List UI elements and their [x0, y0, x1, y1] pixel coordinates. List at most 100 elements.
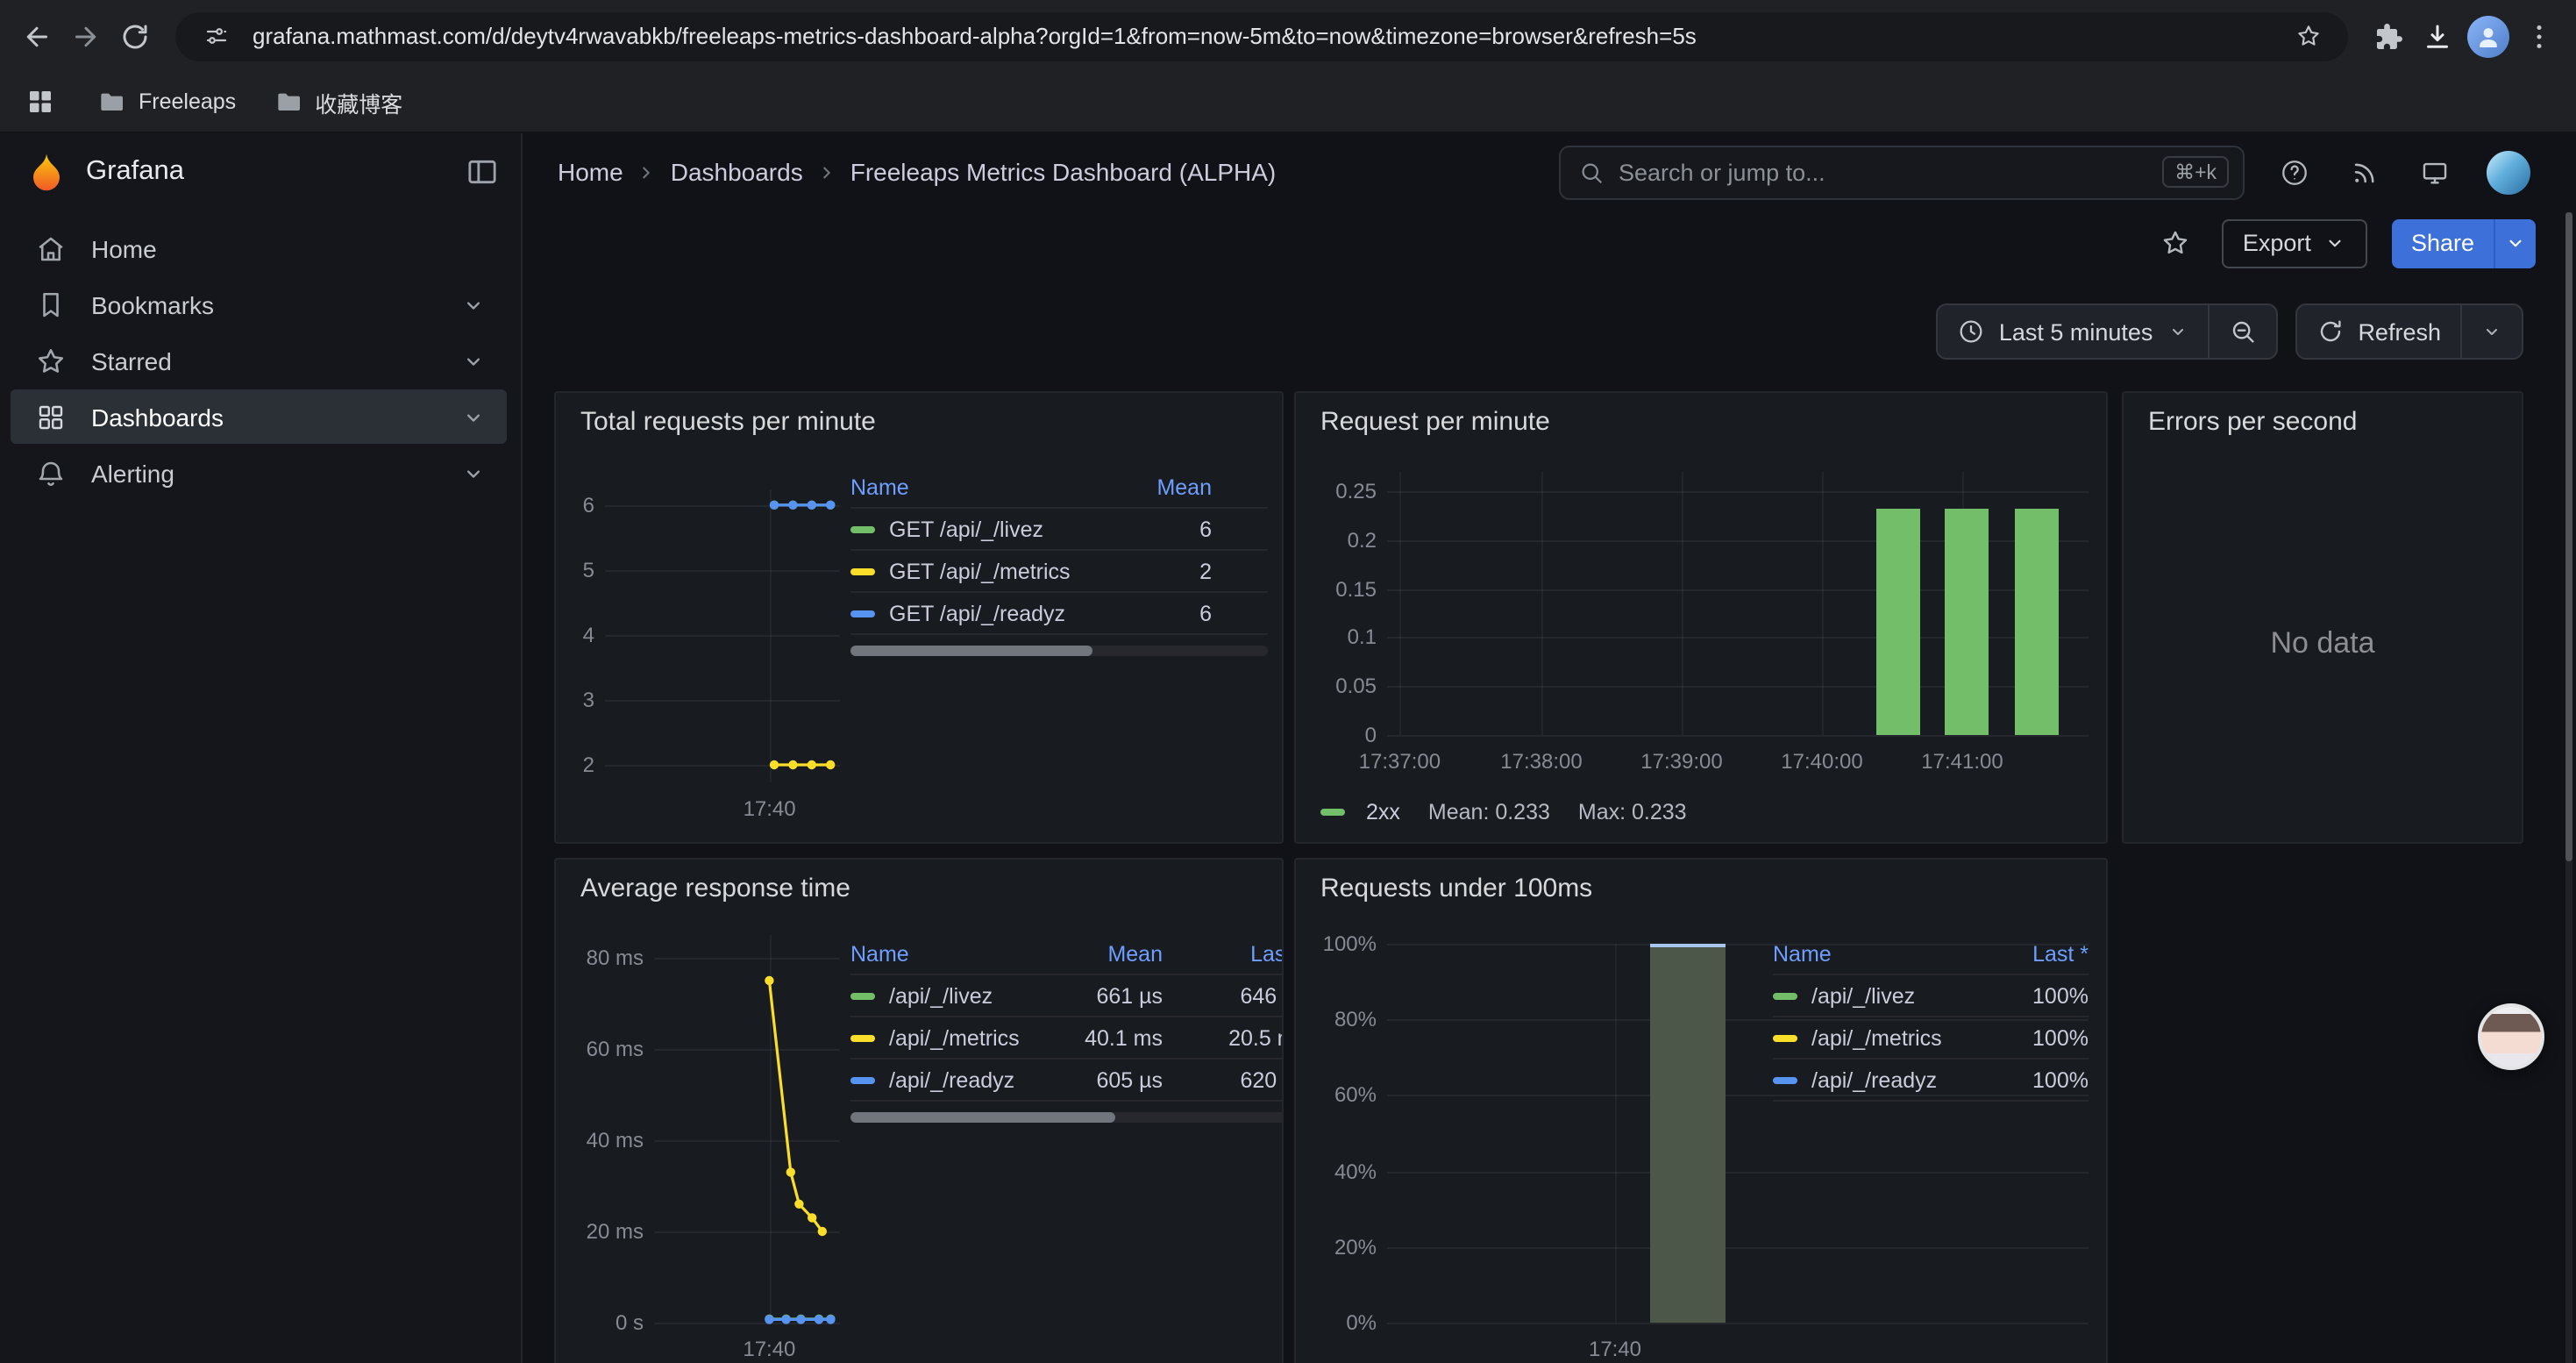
- y-axis-tick: 0.15: [1294, 576, 1377, 601]
- folder-icon: [274, 88, 302, 116]
- legend-scrollbar[interactable]: [850, 646, 1268, 656]
- legend-header-row: NameLast *: [1773, 933, 2089, 975]
- user-avatar[interactable]: [2487, 150, 2530, 194]
- search-icon: [1578, 159, 1605, 185]
- series-color-dash: [850, 1034, 875, 1041]
- legend-row[interactable]: GET /api/_/readyz6: [850, 593, 1268, 635]
- legend-row[interactable]: /api/_/readyz100%: [1773, 1060, 2089, 1102]
- chart-plot-area[interactable]: [605, 489, 840, 782]
- legend-column-header[interactable]: Name: [850, 941, 1057, 966]
- legend-scrollbar-thumb[interactable]: [850, 1112, 1115, 1123]
- monitor-icon[interactable]: [2416, 154, 2451, 189]
- panel-errors-per-second: Errors per second No data: [2122, 391, 2523, 844]
- legend-column-header[interactable]: Last *: [1163, 941, 1284, 966]
- refresh-interval-caret[interactable]: [2460, 305, 2522, 358]
- grafana-logo[interactable]: [25, 150, 68, 194]
- dashboard-actions-row: Export Share: [523, 211, 2576, 275]
- export-button[interactable]: Export: [2222, 218, 2367, 268]
- legend-row[interactable]: GET /api/_/metrics2: [850, 551, 1268, 593]
- bookmark-label: Freeleaps: [139, 89, 236, 114]
- chart-plot-area[interactable]: [654, 935, 840, 1323]
- sidebar-collapse-icon[interactable]: [465, 154, 500, 189]
- bookmark-star-icon[interactable]: [2288, 17, 2327, 55]
- sidebar-item-bookmarks[interactable]: Bookmarks: [11, 277, 507, 332]
- legend-column-header[interactable]: Name: [1773, 941, 1966, 966]
- breadcrumb-item[interactable]: Dashboards: [671, 158, 803, 186]
- floating-profile-avatar[interactable]: [2478, 1003, 2544, 1070]
- legend-series-name[interactable]: 2xx: [1366, 800, 1400, 824]
- page-scrollbar-thumb[interactable]: [2565, 212, 2572, 861]
- x-axis-tick: 17:40: [1545, 1337, 1685, 1361]
- legend-column-header[interactable]: Mean: [1057, 941, 1163, 966]
- zoom-out-icon: [2228, 318, 2256, 346]
- folder-icon: [98, 88, 126, 116]
- sidebar-item-alerting[interactable]: Alerting: [11, 446, 507, 500]
- chart-series: [654, 935, 840, 1323]
- legend-row[interactable]: /api/_/livez100%: [1773, 975, 2089, 1017]
- downloads-icon[interactable]: [2418, 17, 2457, 55]
- legend-column-header[interactable]: Last *: [1966, 941, 2089, 966]
- share-menu-caret[interactable]: [2494, 218, 2536, 268]
- sidebar-item-starred[interactable]: Starred: [11, 333, 507, 388]
- panel-title[interactable]: Request per minute: [1320, 407, 1550, 437]
- x-axis-tick: 17:41:00: [1892, 749, 2032, 774]
- browser-menu-icon[interactable]: [2520, 17, 2558, 55]
- url-bar[interactable]: grafana.mathmast.com/d/deytv4rwavabkb/fr…: [175, 11, 2348, 61]
- legend-scrollbar[interactable]: [850, 1112, 1284, 1123]
- panel-legend: NameLast */api/_/livez100%/api/_/metrics…: [1773, 933, 2089, 1102]
- time-range-picker[interactable]: Last 5 minutes: [1938, 305, 2208, 358]
- y-axis-tick: 0.1: [1294, 625, 1377, 650]
- favorite-star-icon[interactable]: [2155, 222, 2197, 264]
- legend-column-header[interactable]: Name: [850, 475, 1096, 499]
- panel-title[interactable]: Requests under 100ms: [1320, 874, 1592, 903]
- news-rss-icon[interactable]: [2346, 154, 2381, 189]
- panel-legend: 2xxMean: 0.233Max: 0.233: [1320, 800, 1687, 824]
- help-icon[interactable]: [2276, 154, 2311, 189]
- panel-title[interactable]: Average response time: [580, 874, 850, 903]
- zoom-out-button[interactable]: [2207, 305, 2275, 358]
- chart-bar: [1945, 508, 1989, 735]
- search-shortcut-badge: ⌘+k: [2162, 156, 2229, 188]
- apps-grid-icon[interactable]: [25, 86, 56, 118]
- chart-plot-area[interactable]: [1387, 472, 2089, 735]
- brand-title: Grafana: [86, 156, 447, 188]
- reload-icon[interactable]: [116, 17, 154, 55]
- search-input[interactable]: Search or jump to... ⌘+k: [1559, 145, 2245, 199]
- legend-row[interactable]: /api/_/metrics100%: [1773, 1017, 2089, 1060]
- y-axis-tick: 80 ms: [556, 946, 644, 970]
- bookmark-folder-freeleaps[interactable]: Freeleaps: [88, 82, 246, 121]
- panel-title[interactable]: Total requests per minute: [580, 407, 876, 437]
- chevron-down-icon[interactable]: [461, 348, 486, 373]
- browser-profile-avatar[interactable]: [2467, 15, 2509, 57]
- legend-row[interactable]: /api/_/metrics40.1 ms20.5 ms: [850, 1017, 1284, 1060]
- site-settings-icon[interactable]: [196, 17, 235, 55]
- sidebar-item-home[interactable]: Home: [11, 221, 507, 275]
- search-placeholder: Search or jump to...: [1619, 159, 2148, 185]
- bookmark-folder-blogs[interactable]: 收藏博客: [264, 80, 413, 124]
- legend-row[interactable]: /api/_/livez661 µs646 µs: [850, 975, 1284, 1017]
- share-button[interactable]: Share: [2392, 218, 2494, 268]
- series-color-dash: [850, 525, 875, 532]
- legend-scrollbar-thumb[interactable]: [850, 646, 1092, 656]
- chevron-down-icon[interactable]: [461, 404, 486, 429]
- chevron-down-icon[interactable]: [461, 292, 486, 317]
- series-color-dash: [1773, 992, 1797, 999]
- forward-icon[interactable]: [67, 17, 105, 55]
- url-text[interactable]: grafana.mathmast.com/d/deytv4rwavabkb/fr…: [253, 23, 2271, 49]
- legend-row[interactable]: /api/_/readyz605 µs620 µs: [850, 1060, 1284, 1102]
- chevron-down-icon[interactable]: [461, 460, 486, 485]
- y-axis-tick: 4: [554, 623, 594, 647]
- back-icon[interactable]: [18, 17, 56, 55]
- refresh-button[interactable]: Refresh: [2296, 305, 2460, 358]
- legend-row[interactable]: GET /api/_/livez6: [850, 509, 1268, 551]
- breadcrumb-item: Freeleaps Metrics Dashboard (ALPHA): [850, 158, 1277, 186]
- extensions-icon[interactable]: [2369, 17, 2408, 55]
- breadcrumb-item[interactable]: Home: [558, 158, 623, 186]
- legend-column-header[interactable]: Mean: [1096, 475, 1212, 499]
- y-axis-tick: 60%: [1294, 1083, 1377, 1108]
- bell-icon: [35, 457, 70, 489]
- sidebar-item-dashboards[interactable]: Dashboards: [11, 389, 507, 444]
- panel-title[interactable]: Errors per second: [2148, 407, 2357, 437]
- y-axis-tick: 100%: [1294, 931, 1377, 956]
- chart-series: [605, 489, 840, 782]
